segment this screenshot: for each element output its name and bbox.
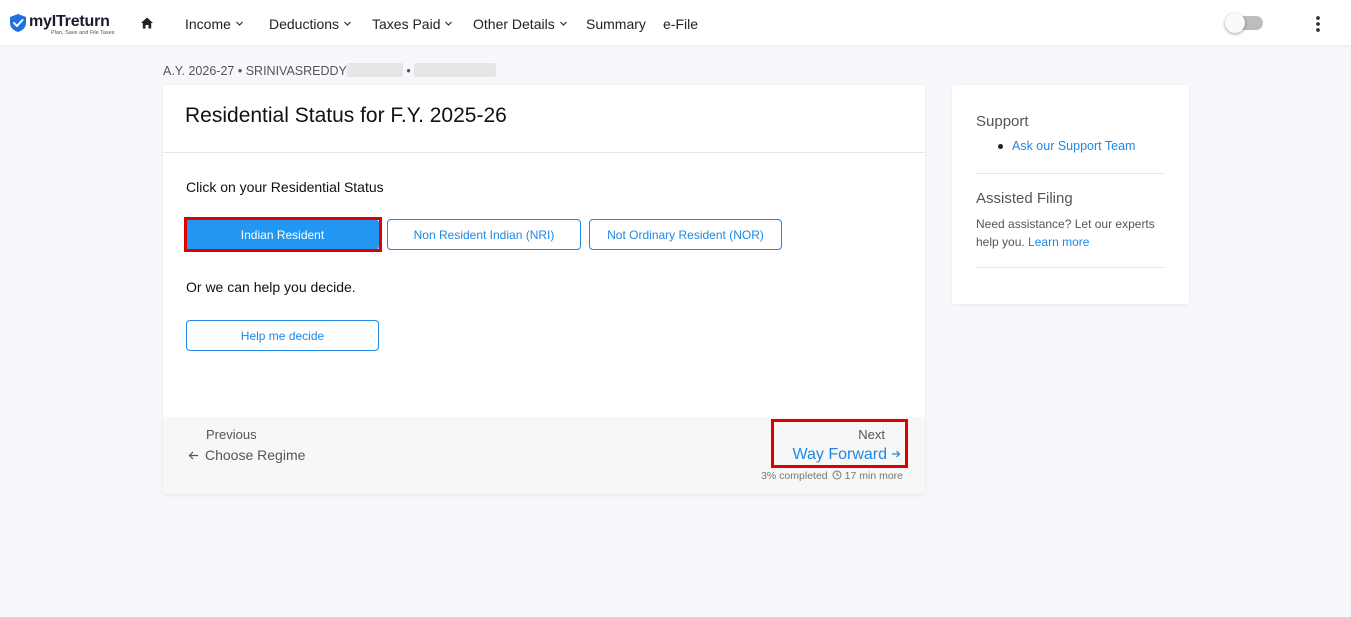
brand-logo[interactable]: myITreturn Plan, Save and File Taxes <box>10 12 115 38</box>
chevron-down-icon <box>559 21 567 26</box>
nav-summary[interactable]: Summary <box>586 16 646 32</box>
support-link[interactable]: Ask our Support Team <box>1012 139 1135 153</box>
next-label: Next <box>858 427 885 442</box>
redacted-pan <box>414 63 497 77</box>
page-title: Residential Status for F.Y. 2025-26 <box>185 104 507 127</box>
nav-other-details-label: Other Details <box>473 16 555 32</box>
previous-label: Previous <box>206 427 257 442</box>
assessment-year: A.Y. 2026-27 <box>163 64 235 78</box>
learn-more-link[interactable]: Learn more <box>1028 235 1089 249</box>
theme-toggle[interactable] <box>1225 13 1263 33</box>
nav-taxes-paid-label: Taxes Paid <box>372 16 441 32</box>
progress-status: 3% completed 17 min more <box>761 470 903 482</box>
previous-link-label: Choose Regime <box>205 447 306 463</box>
divider <box>976 173 1165 174</box>
nav-efile-label: e-File <box>663 16 699 32</box>
progress-text: 3% completed <box>761 470 828 482</box>
breadcrumb: A.Y. 2026-27 • SRINIVASREDDY • <box>163 63 497 78</box>
bullet <box>998 144 1003 149</box>
next-link-label: Way Forward <box>792 446 887 463</box>
more-options-icon[interactable] <box>1310 14 1326 34</box>
divider <box>976 267 1165 268</box>
redacted-name <box>346 63 403 77</box>
nav-income[interactable]: Income <box>185 16 244 32</box>
home-icon[interactable] <box>140 16 154 30</box>
nav-taxes-paid[interactable]: Taxes Paid <box>372 16 453 32</box>
nor-button[interactable]: Not Ordinary Resident (NOR) <box>589 219 782 250</box>
arrow-left-icon <box>188 451 198 460</box>
support-heading: Support <box>976 113 1029 130</box>
residential-status-card: Residential Status for F.Y. 2025-26 Clic… <box>163 85 925 494</box>
chevron-down-icon <box>344 21 351 26</box>
breadcrumb-separator: • <box>406 64 411 78</box>
next-link[interactable]: Way Forward <box>792 446 901 464</box>
nav-other-details[interactable]: Other Details <box>473 16 568 32</box>
status-prompt: Click on your Residential Status <box>186 179 384 195</box>
arrow-right-icon <box>892 450 901 458</box>
toggle-knob <box>1225 13 1245 33</box>
brand-tagline: Plan, Save and File Taxes <box>51 30 115 36</box>
previous-link[interactable]: Choose Regime <box>188 447 305 463</box>
chevron-down-icon <box>445 21 453 26</box>
time-left: 17 min more <box>844 470 903 482</box>
help-prompt: Or we can help you decide. <box>186 279 356 295</box>
brand-name: myITreturn <box>29 13 110 30</box>
top-navbar: myITreturn Plan, Save and File Taxes Inc… <box>0 0 1351 45</box>
nav-summary-label: Summary <box>586 16 646 32</box>
help-me-decide-button[interactable]: Help me decide <box>186 320 379 351</box>
card-footer: Previous Choose Regime Next Way Forward … <box>163 417 925 494</box>
nav-income-label: Income <box>185 16 231 32</box>
assisted-filing-text: Need assistance? Let our experts help yo… <box>976 215 1166 251</box>
divider <box>163 152 925 153</box>
nav-deductions[interactable]: Deductions <box>269 16 352 32</box>
indian-resident-button[interactable]: Indian Resident <box>186 219 379 250</box>
breadcrumb-separator: • <box>237 64 243 78</box>
assisted-filing-heading: Assisted Filing <box>976 190 1073 207</box>
nav-deductions-label: Deductions <box>269 16 340 32</box>
help-sidebar: Support Ask our Support Team Assisted Fi… <box>952 85 1189 304</box>
nri-button[interactable]: Non Resident Indian (NRI) <box>387 219 581 250</box>
nav-efile[interactable]: e-File <box>663 16 698 32</box>
user-name: SRINIVASREDDY <box>245 64 347 78</box>
clock-icon <box>832 470 842 480</box>
shield-check-icon <box>10 14 26 32</box>
chevron-down-icon <box>235 21 243 26</box>
